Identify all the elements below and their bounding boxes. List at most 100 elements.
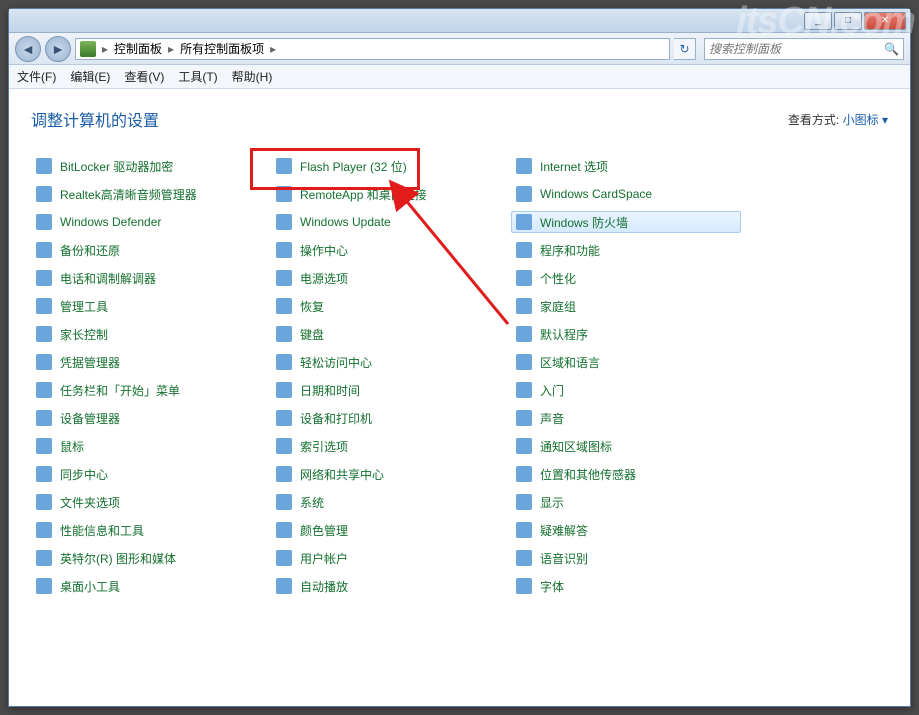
control-panel-item[interactable]: 电源选项 bbox=[271, 267, 501, 289]
control-panel-item[interactable]: Flash Player (32 位) bbox=[271, 155, 501, 177]
item-label: BitLocker 驱动器加密 bbox=[60, 158, 173, 175]
control-panel-item[interactable]: RemoteApp 和桌面连接 bbox=[271, 183, 501, 205]
address-bar[interactable]: ▸ 控制面板 ▸ 所有控制面板项 ▸ bbox=[75, 38, 670, 60]
minimize-button[interactable]: _ bbox=[804, 12, 832, 30]
control-panel-item[interactable]: 管理工具 bbox=[31, 295, 261, 317]
item-label: 颜色管理 bbox=[300, 522, 348, 539]
control-panel-item[interactable]: 任务栏和「开始」菜单 bbox=[31, 379, 261, 401]
maximize-button[interactable]: □ bbox=[834, 12, 862, 30]
control-panel-icon bbox=[80, 41, 96, 57]
breadcrumb-1[interactable]: 控制面板 bbox=[114, 40, 162, 57]
control-panel-item[interactable]: 英特尔(R) 图形和媒体 bbox=[31, 547, 261, 569]
item-icon bbox=[36, 270, 52, 286]
control-panel-item[interactable]: 电话和调制解调器 bbox=[31, 267, 261, 289]
control-panel-item[interactable]: Windows Defender bbox=[31, 211, 261, 233]
search-box[interactable]: 🔍 bbox=[704, 38, 904, 60]
control-panel-item[interactable]: 网络和共享中心 bbox=[271, 463, 501, 485]
control-panel-item[interactable]: 个性化 bbox=[511, 267, 741, 289]
item-label: 设备管理器 bbox=[60, 410, 120, 427]
item-icon bbox=[276, 522, 292, 538]
control-panel-item[interactable]: 通知区域图标 bbox=[511, 435, 741, 457]
item-label: Realtek高清晰音频管理器 bbox=[60, 186, 197, 203]
item-label: 网络和共享中心 bbox=[300, 466, 384, 483]
control-panel-item[interactable]: Windows Update bbox=[271, 211, 501, 233]
control-panel-item[interactable]: 文件夹选项 bbox=[31, 491, 261, 513]
control-panel-item[interactable]: 凭据管理器 bbox=[31, 351, 261, 373]
breadcrumb-2[interactable]: 所有控制面板项 bbox=[180, 40, 264, 57]
item-icon bbox=[276, 214, 292, 230]
menu-file[interactable]: 文件(F) bbox=[17, 68, 56, 85]
item-icon bbox=[276, 578, 292, 594]
control-panel-item[interactable]: 入门 bbox=[511, 379, 741, 401]
item-icon bbox=[36, 438, 52, 454]
close-button[interactable]: ✕ bbox=[864, 12, 906, 30]
control-panel-item[interactable]: 恢复 bbox=[271, 295, 501, 317]
item-label: 文件夹选项 bbox=[60, 494, 120, 511]
control-panel-item[interactable]: 备份和还原 bbox=[31, 239, 261, 261]
control-panel-item[interactable]: 桌面小工具 bbox=[31, 575, 261, 597]
chevron-down-icon[interactable]: ▾ bbox=[882, 113, 888, 127]
control-panel-item[interactable]: 鼠标 bbox=[31, 435, 261, 457]
forward-button[interactable]: ► bbox=[45, 36, 71, 62]
item-label: 声音 bbox=[540, 410, 564, 427]
menu-help[interactable]: 帮助(H) bbox=[232, 68, 273, 85]
item-label: 系统 bbox=[300, 494, 324, 511]
control-panel-item[interactable]: 键盘 bbox=[271, 323, 501, 345]
item-icon bbox=[276, 186, 292, 202]
item-label: 通知区域图标 bbox=[540, 438, 612, 455]
control-panel-item[interactable]: Windows 防火墙 bbox=[511, 211, 741, 233]
control-panel-item[interactable]: 索引选项 bbox=[271, 435, 501, 457]
menu-view[interactable]: 查看(V) bbox=[124, 68, 164, 85]
item-label: 凭据管理器 bbox=[60, 354, 120, 371]
control-panel-item[interactable]: 疑难解答 bbox=[511, 519, 741, 541]
item-label: 轻松访问中心 bbox=[300, 354, 372, 371]
window-buttons: _ □ ✕ bbox=[802, 12, 906, 30]
control-panel-item[interactable]: 显示 bbox=[511, 491, 741, 513]
search-input[interactable] bbox=[709, 42, 880, 56]
control-panel-item[interactable]: 语音识别 bbox=[511, 547, 741, 569]
control-panel-item[interactable]: 操作中心 bbox=[271, 239, 501, 261]
control-panel-item[interactable]: 位置和其他传感器 bbox=[511, 463, 741, 485]
control-panel-item[interactable]: 区域和语言 bbox=[511, 351, 741, 373]
item-label: 入门 bbox=[540, 382, 564, 399]
item-label: 桌面小工具 bbox=[60, 578, 120, 595]
menu-tools[interactable]: 工具(T) bbox=[178, 68, 217, 85]
control-panel-item[interactable]: 程序和功能 bbox=[511, 239, 741, 261]
item-icon bbox=[276, 494, 292, 510]
control-panel-item[interactable]: 默认程序 bbox=[511, 323, 741, 345]
control-panel-item[interactable]: Internet 选项 bbox=[511, 155, 741, 177]
item-icon bbox=[36, 158, 52, 174]
menu-edit[interactable]: 编辑(E) bbox=[70, 68, 110, 85]
item-icon bbox=[276, 410, 292, 426]
refresh-button[interactable]: ↻ bbox=[674, 38, 696, 60]
control-panel-item[interactable]: 用户帐户 bbox=[271, 547, 501, 569]
control-panel-item[interactable]: 声音 bbox=[511, 407, 741, 429]
control-panel-item[interactable]: 家长控制 bbox=[31, 323, 261, 345]
control-panel-item[interactable]: 性能信息和工具 bbox=[31, 519, 261, 541]
control-panel-item[interactable]: BitLocker 驱动器加密 bbox=[31, 155, 261, 177]
view-mode[interactable]: 查看方式: 小图标 ▾ bbox=[788, 111, 888, 128]
item-icon bbox=[276, 270, 292, 286]
control-panel-item[interactable]: 自动播放 bbox=[271, 575, 501, 597]
search-icon[interactable]: 🔍 bbox=[884, 42, 899, 56]
control-panel-item[interactable]: 日期和时间 bbox=[271, 379, 501, 401]
control-panel-item[interactable]: 字体 bbox=[511, 575, 741, 597]
item-icon bbox=[36, 522, 52, 538]
control-panel-item[interactable]: Windows CardSpace bbox=[511, 183, 741, 205]
item-icon bbox=[276, 382, 292, 398]
item-icon bbox=[276, 298, 292, 314]
view-mode-value[interactable]: 小图标 bbox=[843, 113, 879, 127]
control-panel-item[interactable]: 轻松访问中心 bbox=[271, 351, 501, 373]
control-panel-item[interactable]: Realtek高清晰音频管理器 bbox=[31, 183, 261, 205]
item-label: 字体 bbox=[540, 578, 564, 595]
control-panel-item[interactable]: 设备和打印机 bbox=[271, 407, 501, 429]
back-button[interactable]: ◄ bbox=[15, 36, 41, 62]
control-panel-item[interactable]: 系统 bbox=[271, 491, 501, 513]
item-label: Windows 防火墙 bbox=[540, 214, 628, 231]
control-panel-item[interactable]: 同步中心 bbox=[31, 463, 261, 485]
control-panel-item[interactable]: 家庭组 bbox=[511, 295, 741, 317]
item-icon bbox=[516, 578, 532, 594]
control-panel-item[interactable]: 颜色管理 bbox=[271, 519, 501, 541]
control-panel-item[interactable]: 设备管理器 bbox=[31, 407, 261, 429]
item-label: RemoteApp 和桌面连接 bbox=[300, 186, 427, 203]
